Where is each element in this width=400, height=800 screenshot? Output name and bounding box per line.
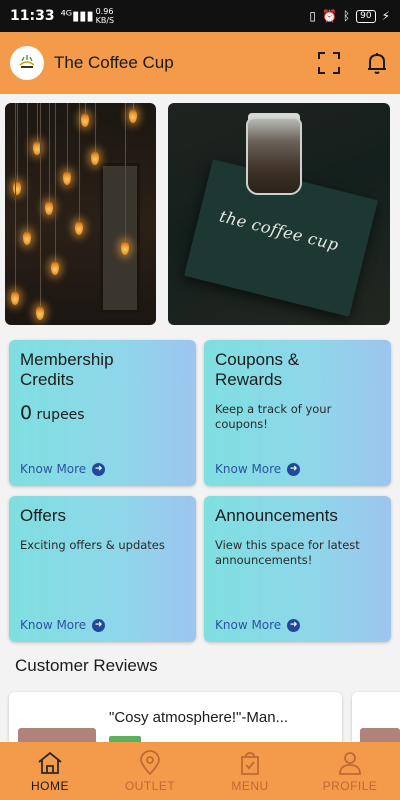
coffee-logo-icon[interactable]	[10, 46, 44, 80]
banner-carousel[interactable]: the coffee cup	[5, 103, 400, 325]
card-title: Membership Credits	[20, 350, 114, 389]
shopping-bag-icon	[241, 752, 259, 775]
arrow-right-icon: ➜	[92, 618, 106, 632]
app-header: The Coffee Cup	[0, 32, 400, 94]
signal-icon: ⁴ᴳ▮▮▮	[60, 8, 94, 24]
know-more-link[interactable]: Know More ➜	[20, 618, 106, 632]
window	[100, 163, 140, 313]
know-more-link[interactable]: Know More ➜	[20, 462, 106, 476]
user-icon	[339, 752, 361, 775]
nav-profile[interactable]: PROFILE	[300, 742, 400, 800]
nav-home[interactable]: HOME	[0, 742, 100, 800]
cafe-lights-banner[interactable]	[5, 103, 156, 325]
bluetooth-icon: ᛒ	[342, 9, 351, 23]
review-quote: "Cosy atmosphere!"-Man...	[109, 709, 289, 726]
coffee-jar	[246, 117, 302, 195]
membership-credits-card[interactable]: Membership Credits 0 rupees Know More ➜	[9, 340, 196, 486]
card-title: Coupons & Rewards	[215, 350, 300, 389]
alarm-icon: ⏰	[321, 9, 337, 23]
credits-amount: 0 rupees	[20, 402, 85, 424]
arrow-right-icon: ➜	[287, 462, 301, 476]
card-description: Keep a track of your coupons!	[215, 402, 332, 431]
card-title: Announcements	[215, 506, 338, 525]
card-description: View this space for latest announcements…	[215, 538, 360, 567]
status-bar: 11:33 ⁴ᴳ▮▮▮ 0.96 KB/S ▯ ⏰ ᛒ 90 ⚡	[0, 0, 400, 32]
vibrate-icon: ▯	[309, 9, 316, 23]
customer-reviews-title: Customer Reviews	[15, 656, 158, 675]
battery-icon: 90	[356, 9, 376, 23]
status-icons: ▯ ⏰ ᛒ 90 ⚡	[309, 9, 390, 23]
coffee-menu-banner[interactable]: the coffee cup	[168, 103, 390, 325]
bottom-navigation: HOME OUTLET MENU PROFILE	[0, 742, 400, 800]
charging-icon: ⚡	[381, 9, 390, 23]
know-more-link[interactable]: Know More ➜	[215, 462, 301, 476]
status-time: 11:33	[10, 8, 55, 24]
card-description: Exciting offers & updates	[20, 538, 165, 552]
card-title: Offers	[20, 506, 66, 525]
arrow-right-icon: ➜	[92, 462, 106, 476]
scan-icon[interactable]	[316, 50, 342, 76]
arrow-right-icon: ➜	[287, 618, 301, 632]
app-title: The Coffee Cup	[54, 53, 174, 72]
coupons-rewards-card[interactable]: Coupons & Rewards Keep a track of your c…	[204, 340, 391, 486]
nav-outlet[interactable]: OUTLET	[100, 742, 200, 800]
offers-card[interactable]: Offers Exciting offers & updates Know Mo…	[9, 496, 196, 642]
home-icon	[38, 751, 62, 774]
network-speed: 0.96 KB/S	[95, 7, 115, 25]
location-pin-icon	[140, 750, 160, 776]
nav-menu[interactable]: MENU	[200, 742, 300, 800]
announcements-card[interactable]: Announcements View this space for latest…	[204, 496, 391, 642]
bell-icon[interactable]	[364, 50, 390, 76]
know-more-link[interactable]: Know More ➜	[215, 618, 301, 632]
